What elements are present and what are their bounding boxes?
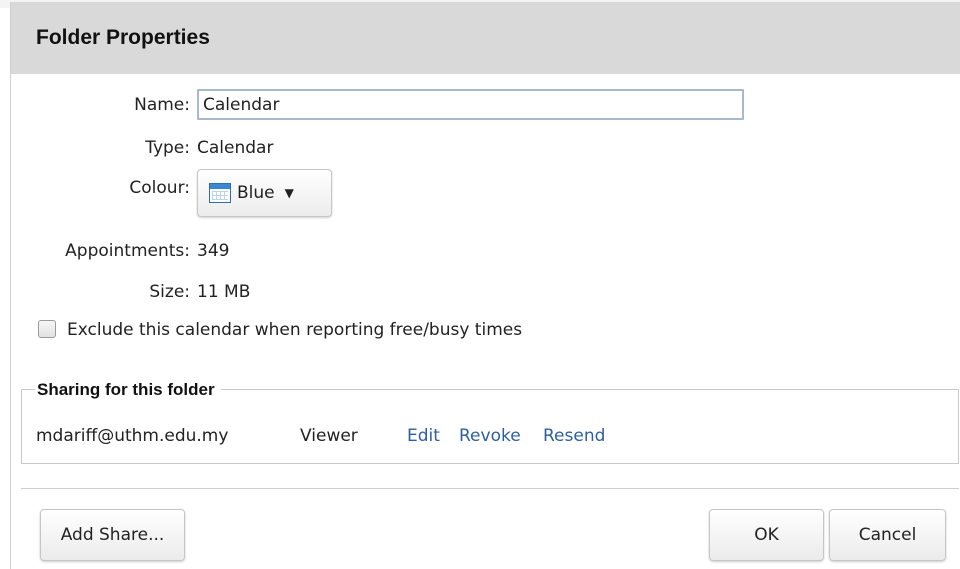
sharing-heading: Sharing for this folder <box>35 380 221 400</box>
appointments-value: 349 <box>197 241 230 261</box>
ok-button[interactable]: OK <box>709 509 824 561</box>
name-label: Name: <box>134 95 190 115</box>
dialog-title: Folder Properties <box>36 26 210 49</box>
share-edit-link[interactable]: Edit <box>407 426 440 446</box>
exclude-free-busy-checkbox[interactable] <box>38 320 56 338</box>
cancel-button[interactable]: Cancel <box>829 509 946 561</box>
appointments-label: Appointments: <box>65 241 190 261</box>
type-label: Type: <box>145 138 190 158</box>
type-value: Calendar <box>197 138 274 158</box>
calendar-icon <box>209 183 231 203</box>
size-label: Size: <box>149 282 190 302</box>
name-input[interactable] <box>197 89 744 120</box>
folder-properties-dialog: Folder Properties Name: Type: Calendar C… <box>10 2 960 569</box>
colour-dropdown-value: Blue <box>237 183 275 203</box>
share-role: Viewer <box>300 426 358 446</box>
add-share-button[interactable]: Add Share... <box>40 509 185 561</box>
share-revoke-link[interactable]: Revoke <box>459 426 521 446</box>
colour-dropdown[interactable]: Blue ▼ <box>197 169 332 217</box>
colour-label: Colour: <box>129 178 190 198</box>
share-email: mdariff@uthm.edu.my <box>36 426 229 446</box>
footer-divider <box>21 488 959 489</box>
chevron-down-icon: ▼ <box>284 186 294 200</box>
size-value: 11 MB <box>197 282 251 302</box>
share-resend-link[interactable]: Resend <box>543 426 605 446</box>
dialog-titlebar[interactable]: Folder Properties <box>11 2 960 74</box>
exclude-free-busy-label[interactable]: Exclude this calendar when reporting fre… <box>67 320 522 340</box>
